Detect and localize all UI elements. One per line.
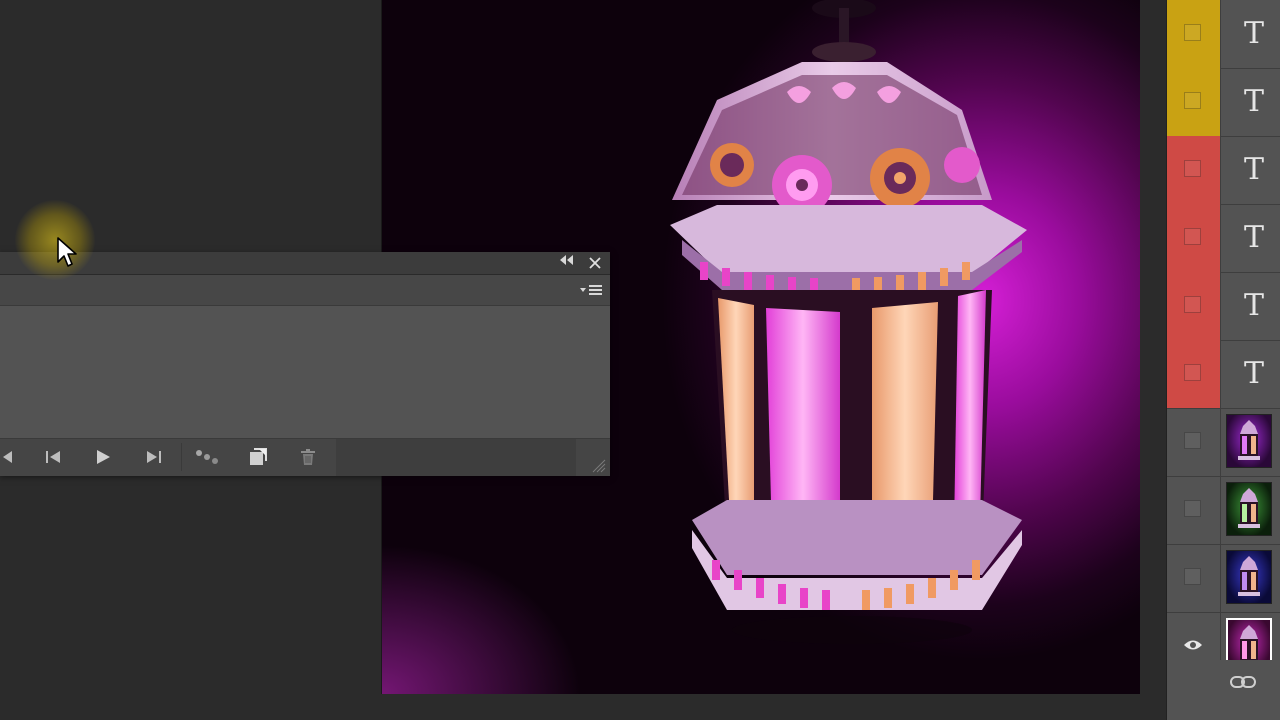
text-layer-icon: T	[1243, 220, 1264, 255]
layer-divider	[1220, 408, 1221, 476]
layer-divider	[1220, 68, 1221, 136]
layer-divider	[1220, 476, 1221, 544]
text-layer-icon: T	[1243, 356, 1264, 391]
footer-status-area	[336, 439, 576, 476]
layer-divider	[1220, 340, 1221, 408]
link-layers-icon[interactable]	[1229, 674, 1257, 695]
layer-visibility-cell[interactable]	[1167, 544, 1220, 612]
layer-visibility-cell[interactable]	[1167, 408, 1220, 476]
layer-divider	[1220, 272, 1221, 340]
step-forward-icon[interactable]	[137, 445, 171, 469]
layer-divider	[1220, 204, 1221, 272]
layer-thumbnail[interactable]	[1226, 550, 1272, 604]
layer-divider	[1220, 136, 1221, 204]
mouse-cursor-icon	[56, 236, 80, 275]
visibility-toggle[interactable]	[1184, 296, 1201, 313]
layer-thumbnail[interactable]	[1226, 414, 1272, 468]
layer-row[interactable]: T	[1167, 136, 1280, 205]
footer-separator	[181, 443, 182, 471]
layer-visibility-cell[interactable]	[1167, 68, 1220, 136]
duplicate-frame-icon[interactable]	[241, 445, 275, 469]
layer-divider	[1220, 0, 1221, 68]
layer-divider	[1220, 544, 1221, 612]
prev-frame-icon[interactable]	[0, 445, 24, 469]
resize-grip-icon[interactable]	[590, 457, 606, 473]
layer-row[interactable]: T	[1167, 0, 1280, 69]
tween-icon[interactable]	[190, 445, 224, 469]
layers-footer	[1167, 660, 1280, 720]
eye-icon[interactable]	[1183, 638, 1203, 652]
layer-row[interactable]	[1167, 476, 1280, 545]
panel-footer-toolbar	[0, 438, 610, 476]
visibility-toggle[interactable]	[1184, 92, 1201, 109]
text-layer-icon: T	[1243, 152, 1264, 187]
cursor-highlight	[15, 200, 95, 280]
visibility-toggle[interactable]	[1184, 364, 1201, 381]
layers-panel: TTTTTT	[1166, 0, 1280, 720]
animation-panel	[0, 252, 610, 476]
close-icon[interactable]	[586, 254, 604, 273]
visibility-toggle[interactable]	[1184, 160, 1201, 177]
layer-thumbnail[interactable]	[1226, 482, 1272, 536]
layer-visibility-cell[interactable]	[1167, 340, 1220, 408]
layer-visibility-cell[interactable]	[1167, 272, 1220, 340]
frames-area[interactable]	[0, 306, 610, 438]
layer-row[interactable]	[1167, 408, 1280, 477]
layer-visibility-cell[interactable]	[1167, 204, 1220, 272]
workspace-bottom	[381, 694, 1166, 720]
text-layer-icon: T	[1243, 288, 1264, 323]
layer-row[interactable]: T	[1167, 340, 1280, 409]
text-layer-icon: T	[1243, 84, 1264, 119]
layer-row[interactable]: T	[1167, 68, 1280, 137]
layer-row[interactable]: T	[1167, 204, 1280, 273]
layer-visibility-cell[interactable]	[1167, 476, 1220, 544]
visibility-toggle[interactable]	[1184, 568, 1201, 585]
panel-menu-icon[interactable]	[578, 281, 604, 299]
layer-row[interactable]	[1167, 544, 1280, 613]
delete-frame-icon[interactable]	[291, 445, 325, 469]
collapse-panel-icon[interactable]	[558, 255, 576, 271]
layer-visibility-cell[interactable]	[1167, 136, 1220, 204]
text-layer-icon: T	[1243, 16, 1264, 51]
visibility-toggle[interactable]	[1184, 228, 1201, 245]
step-back-icon[interactable]	[36, 445, 70, 469]
layer-row[interactable]: T	[1167, 272, 1280, 341]
panel-tab-row	[0, 275, 610, 306]
play-icon[interactable]	[86, 445, 120, 469]
visibility-toggle[interactable]	[1184, 432, 1201, 449]
visibility-toggle[interactable]	[1184, 24, 1201, 41]
layer-visibility-cell[interactable]	[1167, 0, 1220, 68]
visibility-toggle[interactable]	[1184, 500, 1201, 517]
